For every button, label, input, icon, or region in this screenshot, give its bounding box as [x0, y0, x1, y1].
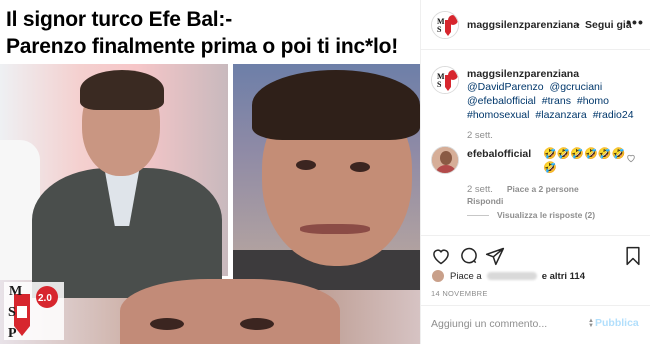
publish-button[interactable]: Pubblica: [595, 317, 639, 329]
comment-like-heart-icon[interactable]: [626, 153, 636, 163]
svg-text:S: S: [437, 25, 442, 34]
person-bottom-eye: [150, 318, 184, 330]
caption-tag[interactable]: @gcruciani: [550, 81, 603, 93]
headline-line-2: Parenzo finalmente prima o poi ti inc*lo…: [6, 35, 399, 58]
bookmark-icon: [626, 246, 640, 266]
author-username[interactable]: maggsilenzparenziana: [467, 19, 579, 31]
logo-letter-p: P: [8, 326, 17, 340]
caption-text: @DavidParenzo @gcruciani @efebalofficial…: [467, 80, 643, 122]
likes-count[interactable]: e altri 114: [542, 271, 585, 282]
view-replies-label: Visualizza le risposte (2): [497, 210, 596, 220]
caption-tag[interactable]: #lazanzara: [535, 109, 586, 121]
post-header: M S maggsilenzparenziana • Segui già •••: [421, 0, 650, 50]
logo-letter-s: S: [8, 305, 16, 320]
author-avatar[interactable]: M S: [431, 11, 459, 39]
like-button[interactable]: [431, 246, 451, 266]
person-right-mouth: [300, 224, 370, 234]
person-bottom-face: [120, 279, 340, 344]
save-button[interactable]: [623, 246, 643, 266]
liker-name-blurred: [486, 272, 537, 280]
comment-button[interactable]: [459, 246, 479, 266]
caption-timestamp[interactable]: 2 sett.: [467, 130, 493, 141]
person-right-hair: [252, 70, 420, 140]
view-replies-line: [467, 214, 489, 216]
logo-badge: 2.0: [38, 293, 52, 304]
msp-logo: M S P 2.0: [4, 282, 64, 341]
comment-icon: [461, 247, 477, 264]
share-button[interactable]: [485, 246, 505, 266]
logo-letter-m: M: [9, 284, 22, 299]
post-side-panel: M S maggsilenzparenziana • Segui già •••…: [420, 0, 650, 344]
comment-meta: 2 sett. Piace a 2 persone: [467, 184, 579, 195]
paper-plane-icon: [485, 247, 505, 266]
headline-line-1: Il signor turco Efe Bal:-: [6, 8, 233, 31]
view-replies-button[interactable]: Visualizza le risposte (2): [467, 210, 595, 220]
svg-text:S: S: [437, 80, 442, 89]
person-right-eye: [350, 162, 370, 172]
caption-tag[interactable]: #homosexual: [467, 109, 529, 121]
post-image-headline: Il signor turco Efe Bal:- Parenzo finalm…: [6, 6, 418, 60]
caption-tag[interactable]: #trans: [542, 95, 571, 107]
caption-avatar[interactable]: M S: [431, 66, 459, 94]
commenter-avatar[interactable]: [431, 146, 459, 174]
caption-tag[interactable]: @DavidParenzo: [467, 81, 544, 93]
comment-text: 🤣🤣🤣🤣🤣🤣🤣: [543, 148, 626, 174]
header-separator: •: [576, 19, 580, 31]
comment-input[interactable]: [431, 318, 591, 330]
commenter-username[interactable]: efebalofficial: [467, 148, 531, 160]
reply-button[interactable]: Rispondi: [467, 196, 503, 206]
more-options-button[interactable]: •••: [623, 12, 647, 32]
caption-tag[interactable]: #radio24: [593, 109, 634, 121]
person-bottom-eye: [240, 318, 274, 330]
comment-likes-link[interactable]: Piace a 2 persone: [507, 184, 579, 195]
post-image[interactable]: Il signor turco Efe Bal:- Parenzo finalm…: [0, 0, 420, 344]
comment-timestamp[interactable]: 2 sett.: [467, 184, 493, 195]
resize-arrows-icon: ▲ ▼: [588, 318, 594, 329]
caption-tag[interactable]: @efebalofficial: [467, 95, 536, 107]
add-comment-bar: ▲▼ Pubblica: [421, 305, 650, 344]
person-right-eye: [296, 160, 316, 170]
caption-username[interactable]: maggsilenzparenziana: [467, 68, 579, 80]
liker-avatar: [431, 269, 445, 283]
person-left-hair: [80, 70, 164, 110]
caption-tag[interactable]: #homo: [577, 95, 609, 107]
likes-prefix: Piace a: [450, 270, 482, 282]
heart-icon: [433, 249, 449, 265]
post-date[interactable]: 14 NOVEMBRE: [431, 289, 488, 298]
likes-summary[interactable]: Piace a e altri 114: [431, 269, 585, 283]
